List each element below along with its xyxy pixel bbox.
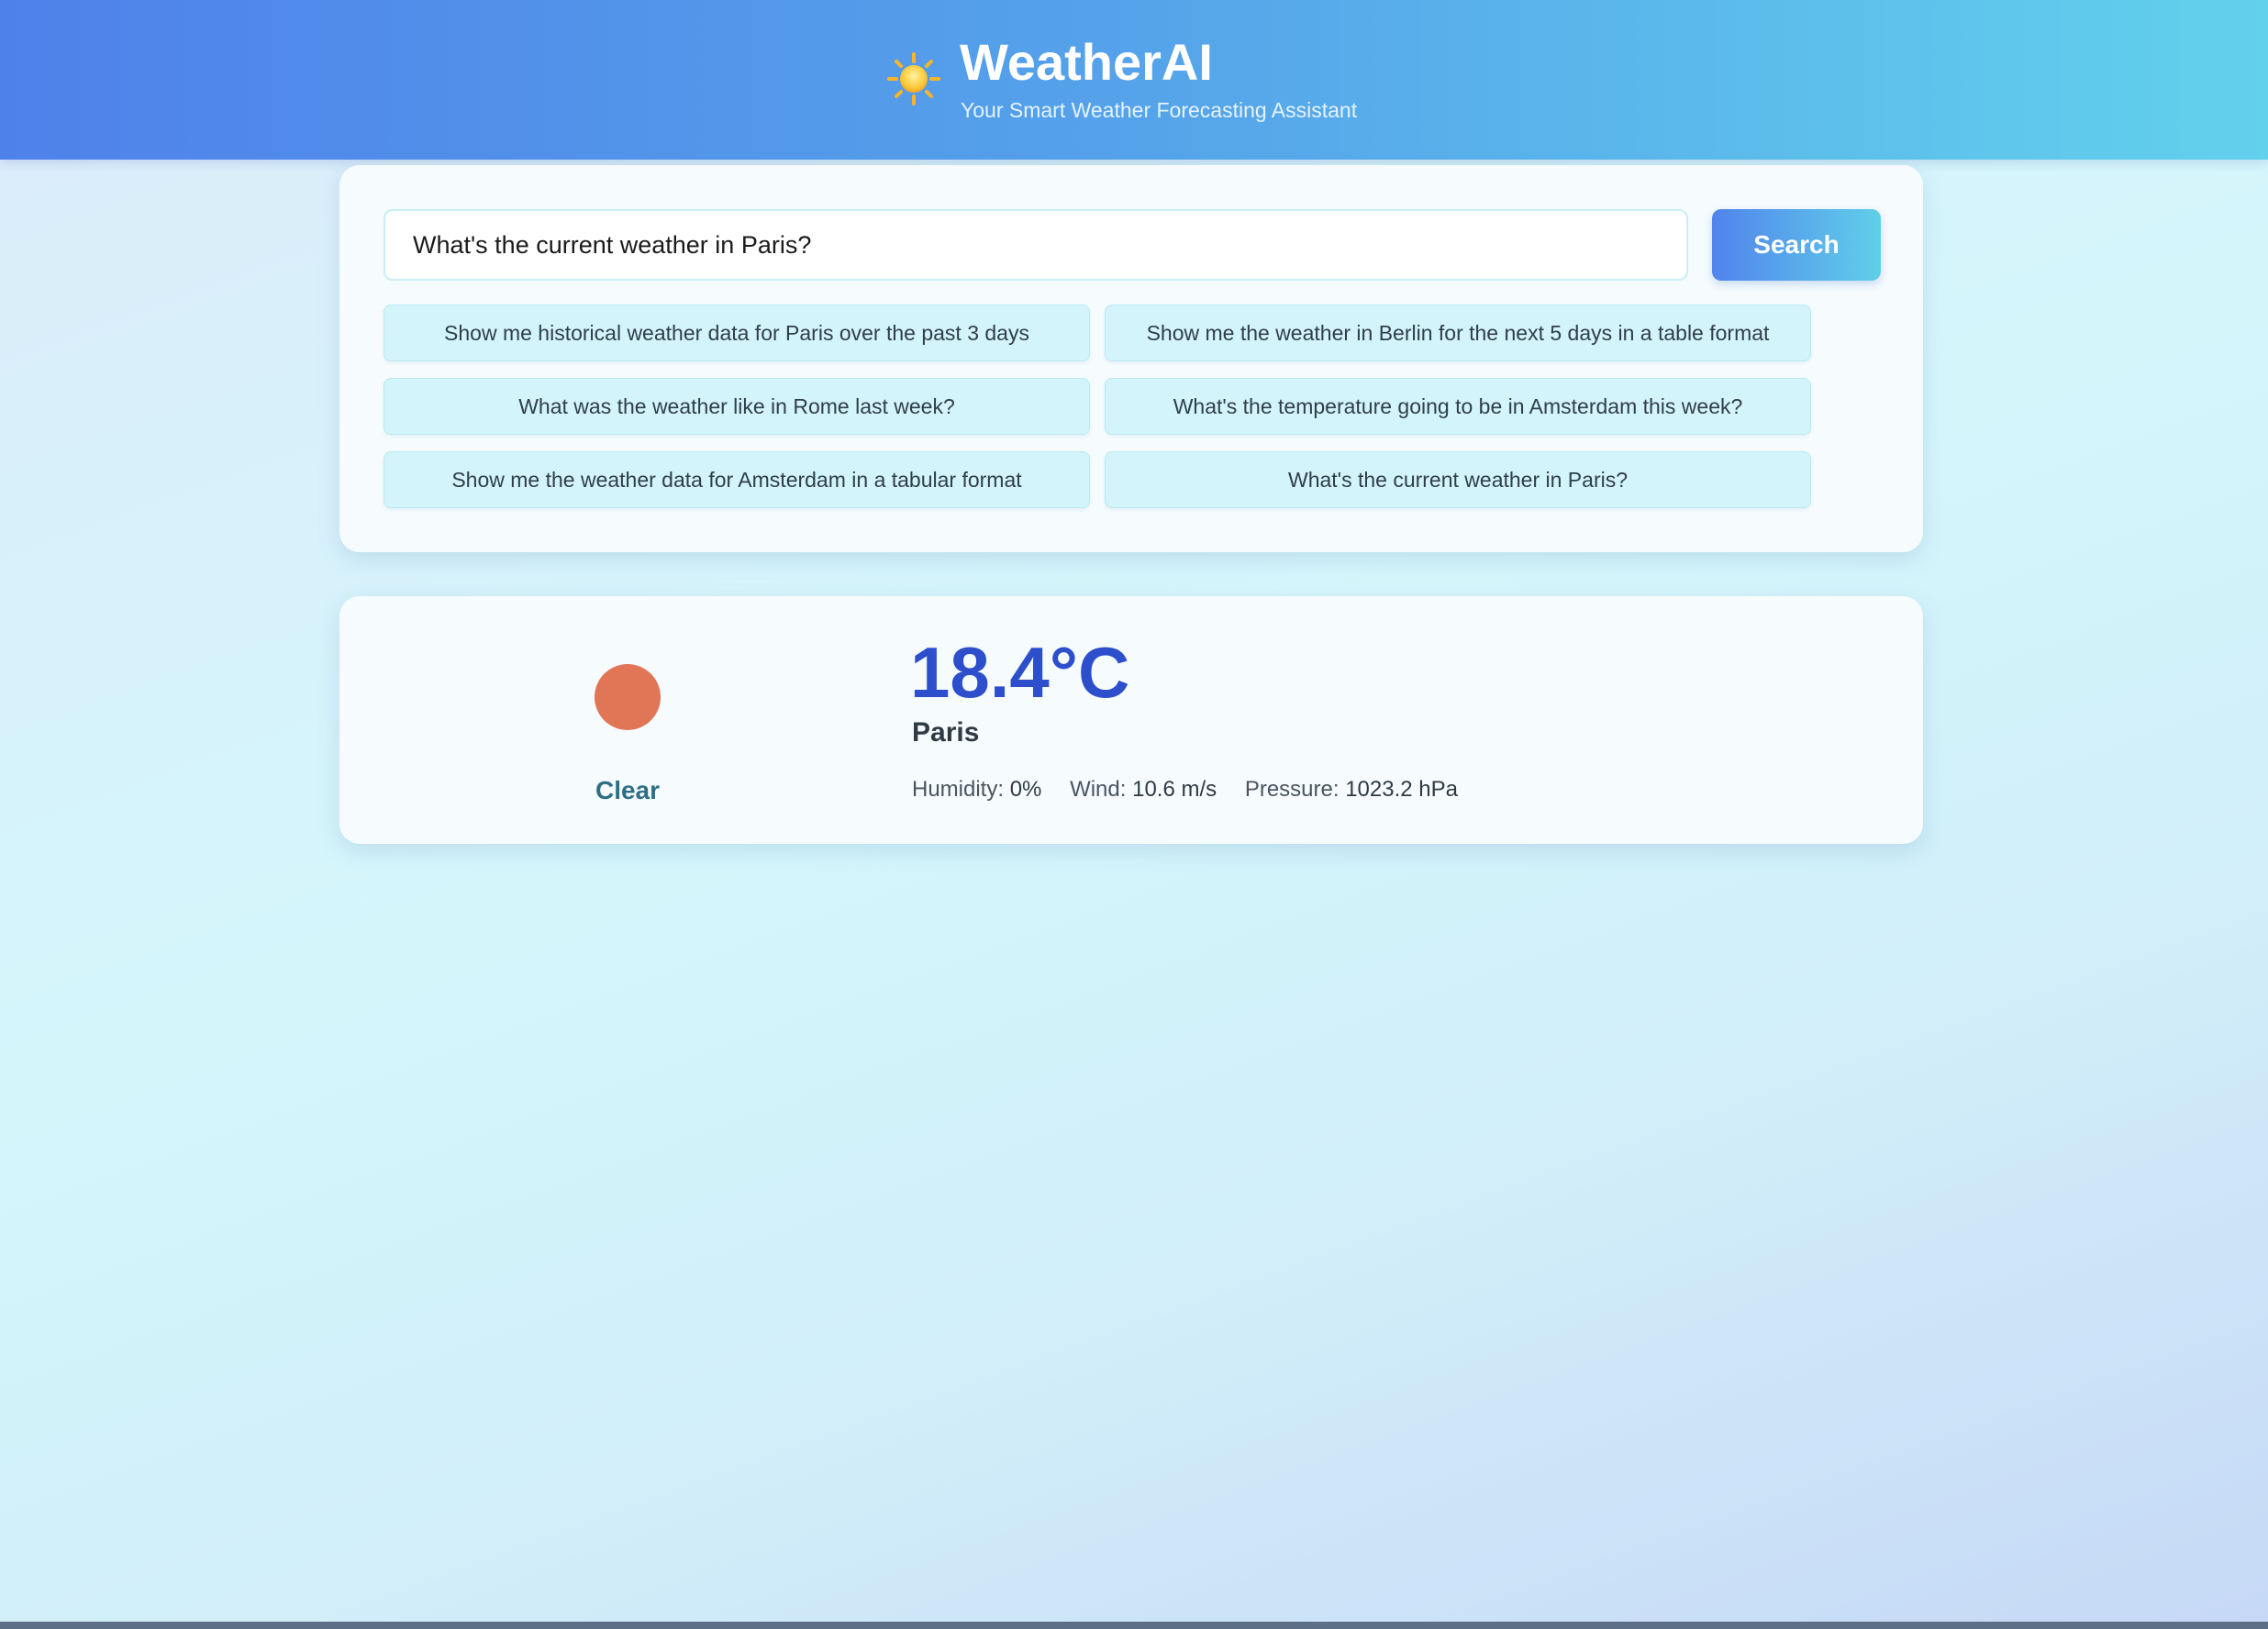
window-bottom-edge (0, 1622, 2268, 1629)
city-name: Paris (912, 717, 980, 748)
app-header: WeatherAI Your Smart Weather Forecasting… (0, 0, 2268, 160)
app-title: WeatherAI (960, 33, 1213, 91)
search-button[interactable]: Search (1712, 209, 1881, 281)
suggestion-list: Show me historical weather data for Pari… (384, 305, 1815, 508)
weather-result-card: Clear 18.4°C Paris Humidity: 0% Wind: 10… (339, 596, 1923, 844)
humidity-value: 0% (1009, 777, 1042, 802)
humidity-label: Humidity: (912, 777, 1005, 802)
temperature-value: 18.4°C (910, 632, 1130, 713)
condition-label: Clear (595, 776, 661, 804)
suggestion-chip[interactable]: What was the weather like in Rome last w… (384, 378, 1090, 435)
condition-circle-icon (595, 664, 661, 730)
wind-stat: Wind: 10.6 m/s (1070, 777, 1217, 802)
search-panel: Search Show me historical weather data f… (339, 165, 1923, 552)
suggestion-chip[interactable]: Show me the weather in Berlin for the ne… (1105, 305, 1811, 361)
pressure-value: 1023.2 hPa (1345, 777, 1458, 802)
pressure-stat: Pressure: 1023.2 hPa (1245, 777, 1458, 802)
weather-stats: Humidity: 0% Wind: 10.6 m/s Pressure: 10… (912, 776, 1480, 803)
wind-label: Wind: (1070, 777, 1127, 802)
suggestion-chip[interactable]: Show me historical weather data for Pari… (384, 305, 1090, 361)
suggestion-chip[interactable]: What's the current weather in Paris? (1105, 451, 1811, 508)
suggestion-chip[interactable]: What's the temperature going to be in Am… (1105, 378, 1811, 435)
humidity-stat: Humidity: 0% (912, 777, 1041, 802)
suggestion-chip[interactable]: Show me the weather data for Amsterdam i… (384, 451, 1090, 508)
pressure-label: Pressure: (1244, 777, 1340, 802)
wind-value: 10.6 m/s (1132, 777, 1217, 802)
search-input[interactable] (384, 209, 1688, 281)
app-subtitle: Your Smart Weather Forecasting Assistant (961, 98, 1358, 122)
sun-icon (887, 52, 940, 105)
